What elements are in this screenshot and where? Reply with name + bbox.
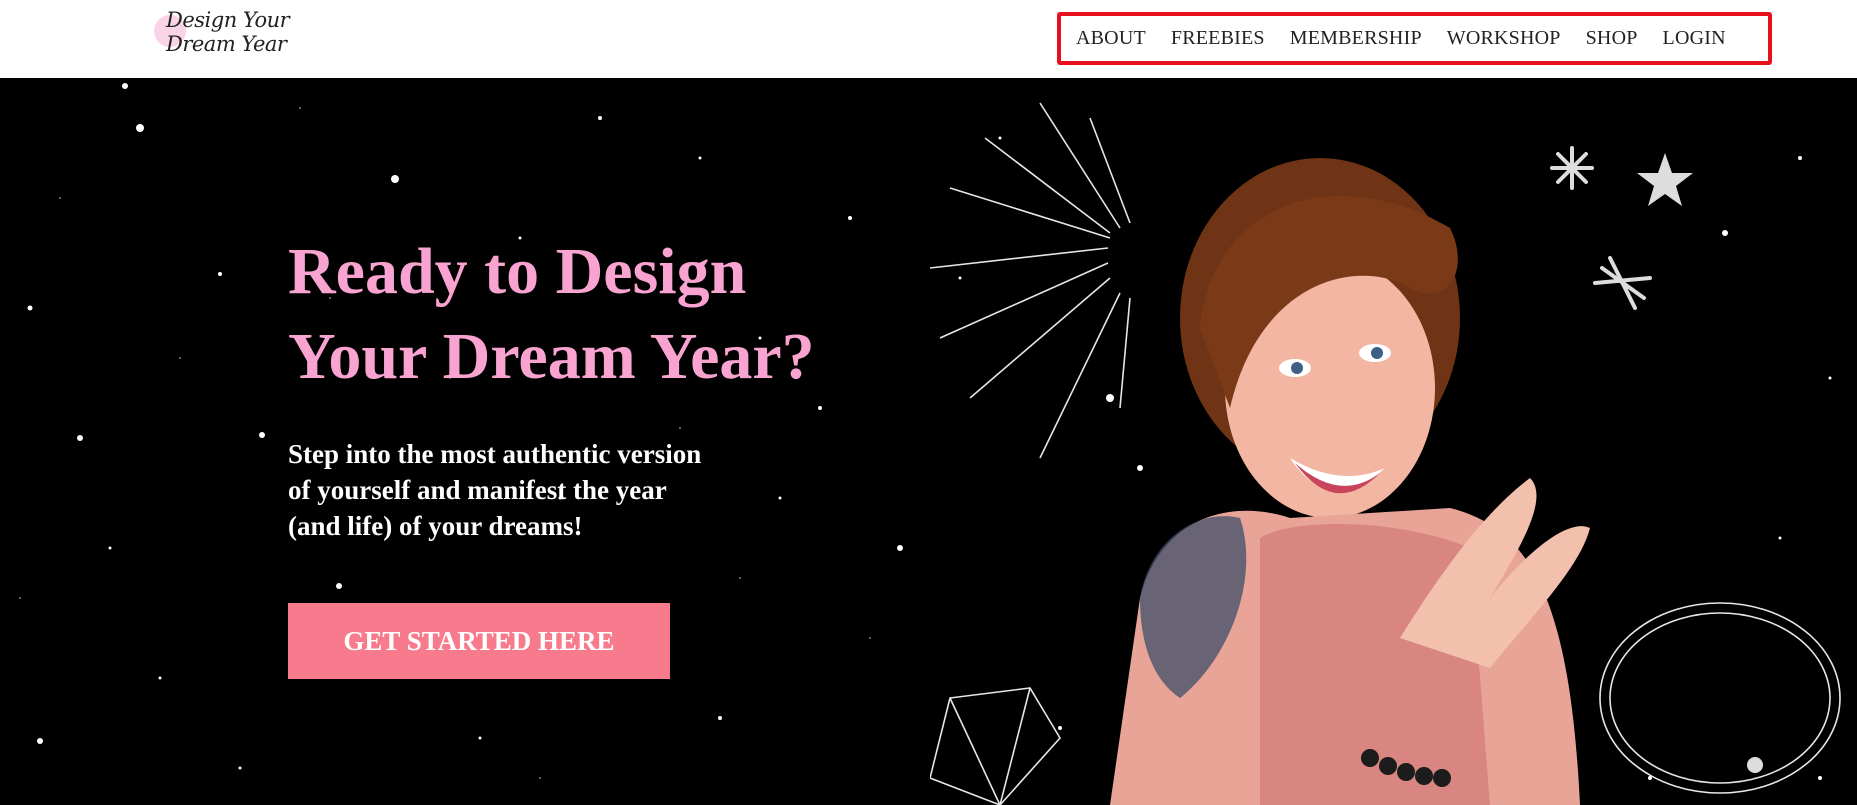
headline-line-1: Ready to Design	[288, 235, 747, 308]
get-started-button[interactable]: GET STARTED HERE	[288, 603, 670, 679]
main-nav: ABOUT FREEBIES MEMBERSHIP WORKSHOP SHOP …	[1057, 12, 1772, 65]
logo-text: Design Your Dream Year	[166, 8, 290, 56]
subtext-line-1: Step into the most authentic version	[288, 439, 702, 469]
hero-portrait-image	[930, 102, 1841, 805]
headline-line-2: Your Dream Year?	[288, 320, 815, 393]
nav-shop[interactable]: SHOP	[1586, 27, 1638, 50]
nav-freebies[interactable]: FREEBIES	[1171, 27, 1265, 50]
site-header: Design Your Dream Year ABOUT FREEBIES ME…	[0, 0, 1857, 78]
site-logo[interactable]: Design Your Dream Year	[152, 8, 352, 56]
hero-section: Ready to Design Your Dream Year? Step in…	[0, 78, 1857, 805]
hero-headline: Ready to Design Your Dream Year?	[288, 229, 908, 399]
nav-login[interactable]: LOGIN	[1663, 27, 1726, 50]
hero-subtext: Step into the most authentic version of …	[288, 436, 768, 544]
subtext-line-2: of yourself and manifest the year	[288, 475, 667, 505]
nav-workshop[interactable]: WORKSHOP	[1447, 27, 1561, 50]
subtext-line-3: (and life) of your dreams!	[288, 511, 583, 541]
nav-about[interactable]: ABOUT	[1076, 27, 1146, 50]
nav-membership[interactable]: MEMBERSHIP	[1290, 27, 1422, 50]
